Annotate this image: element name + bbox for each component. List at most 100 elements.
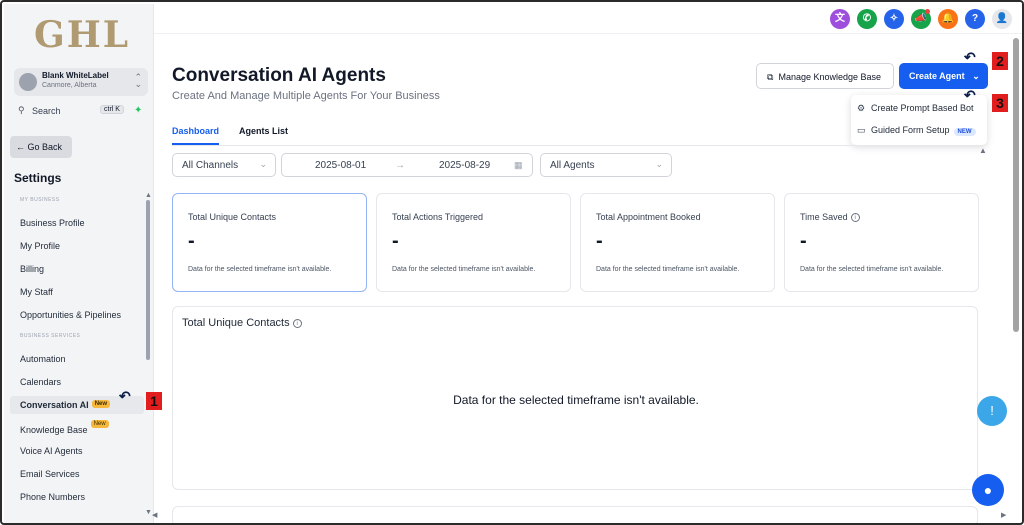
search-icon: ⚲ bbox=[18, 105, 25, 115]
stat-card-unique-contacts[interactable]: Total Unique Contacts - Data for the sel… bbox=[172, 193, 367, 292]
channels-select[interactable]: All Channels ⌄ bbox=[172, 153, 276, 177]
empty-state-message: Data for the selected timeframe isn't av… bbox=[453, 393, 699, 407]
panel-title-row: Total Unique Contacts i bbox=[182, 317, 302, 329]
arrow-right-icon: → bbox=[395, 160, 405, 171]
stat-title: Total Actions Triggered bbox=[392, 212, 484, 222]
tab-dashboard[interactable]: Dashboard bbox=[172, 126, 220, 145]
new-badge: New bbox=[91, 400, 111, 408]
stat-title: Time Saved bbox=[800, 212, 848, 222]
agents-value: All Agents bbox=[550, 160, 595, 171]
feedback-icon[interactable]: ! bbox=[977, 396, 1007, 426]
phone-icon[interactable]: ✆ bbox=[857, 9, 877, 29]
search-label: Search bbox=[32, 106, 61, 116]
sidebar-item-my-staff[interactable]: My Staff bbox=[20, 287, 53, 297]
prompt-bot-icon: ⚙ bbox=[857, 103, 866, 113]
stat-value: - bbox=[188, 230, 195, 252]
scroll-up-icon[interactable]: ▲ bbox=[145, 192, 152, 199]
sidebar-item-phone-numbers[interactable]: Phone Numbers bbox=[20, 492, 85, 502]
annotation-marker-2: 2 bbox=[992, 52, 1008, 70]
next-panel bbox=[172, 506, 978, 523]
main-content: Conversation AI Agents Create And Manage… bbox=[154, 34, 1010, 523]
manage-knowledge-base-button[interactable]: ⧉ Manage Knowledge Base bbox=[756, 63, 894, 89]
account-name: Blank WhiteLabel bbox=[42, 71, 109, 80]
sidebar-scrollbar[interactable] bbox=[146, 200, 150, 360]
annotation-marker-3: 3 bbox=[992, 94, 1008, 112]
chevron-down-icon: ⌄ bbox=[972, 71, 980, 81]
stat-value: - bbox=[800, 230, 807, 252]
go-back-button[interactable]: ← Go Back bbox=[10, 136, 72, 158]
sidebar-item-my-profile[interactable]: My Profile bbox=[20, 241, 60, 251]
stat-card-actions-triggered[interactable]: Total Actions Triggered - Data for the s… bbox=[376, 193, 571, 292]
account-avatar bbox=[19, 73, 37, 91]
annotation-arrow-icon: ↶ bbox=[964, 49, 976, 65]
search-shortcut: ctrl K bbox=[100, 105, 124, 114]
stat-card-time-saved[interactable]: Time Saved i - Data for the selected time… bbox=[784, 193, 979, 292]
scroll-down-icon[interactable]: ▼ bbox=[145, 509, 152, 516]
stat-value: - bbox=[596, 230, 603, 252]
scroll-left-icon[interactable]: ◀ bbox=[152, 511, 157, 519]
user-avatar-icon[interactable]: 👤 bbox=[992, 9, 1012, 29]
scroll-up-icon[interactable]: ▲ bbox=[979, 146, 987, 155]
stat-note: Data for the selected timeframe isn't av… bbox=[392, 266, 536, 273]
scroll-right-icon[interactable]: ▶ bbox=[1001, 511, 1006, 519]
bell-icon[interactable]: 🔔 bbox=[938, 9, 958, 29]
scrollbar-thumb[interactable] bbox=[1013, 38, 1019, 332]
new-badge: New bbox=[90, 420, 109, 428]
stat-title: Total Appointment Booked bbox=[596, 212, 701, 222]
sidebar-item-automation[interactable]: Automation bbox=[20, 354, 66, 364]
sparkle-icon[interactable]: ✦ bbox=[134, 105, 142, 116]
create-agent-button[interactable]: Create Agent ⌄ bbox=[899, 63, 988, 89]
create-agent-label: Create Agent bbox=[909, 71, 965, 81]
chevron-updown-icon: ⌃ ⌄ bbox=[134, 72, 142, 89]
go-back-label: Go Back bbox=[27, 142, 63, 152]
sidebar-search[interactable]: ⚲ Search ctrl K bbox=[14, 102, 132, 120]
main-scrollbar[interactable] bbox=[1010, 34, 1022, 523]
stat-note: Data for the selected timeframe isn't av… bbox=[596, 266, 740, 273]
annotation-marker-1: 1 bbox=[146, 392, 162, 410]
app-window: GHL Blank WhiteLabel Canmore, Alberta ⌃ ⌄… bbox=[0, 0, 1024, 525]
sidebar-item-calendars[interactable]: Calendars bbox=[20, 377, 61, 387]
menu-item-label: Create Prompt Based Bot bbox=[871, 103, 974, 113]
info-icon[interactable]: i bbox=[292, 318, 302, 328]
translate-icon[interactable]: 文 bbox=[830, 9, 850, 29]
tab-bar: Dashboard Agents List bbox=[172, 126, 982, 146]
stat-title-row: Time Saved i bbox=[800, 212, 860, 223]
help-icon[interactable]: ? bbox=[965, 9, 985, 29]
top-bar: 文 ✆ ✧ 📣 🔔 ? 👤 bbox=[154, 4, 1022, 34]
external-link-icon: ⧉ bbox=[767, 72, 774, 82]
date-from: 2025-08-01 bbox=[315, 160, 367, 171]
stat-value: - bbox=[392, 230, 399, 252]
sidebar-item-knowledge-base[interactable]: Knowledge BaseNew bbox=[20, 420, 109, 435]
chevron-down-icon: ⌄ bbox=[655, 159, 663, 169]
agents-select[interactable]: All Agents ⌄ bbox=[540, 153, 672, 177]
magic-wand-icon[interactable]: ✧ bbox=[884, 9, 904, 29]
info-icon[interactable]: i bbox=[850, 213, 860, 223]
stat-note: Data for the selected timeframe isn't av… bbox=[800, 266, 944, 273]
sidebar-item-billing[interactable]: Billing bbox=[20, 264, 44, 274]
annotation-arrow-icon: ↶ bbox=[964, 87, 976, 103]
sidebar-item-business-profile[interactable]: Business Profile bbox=[20, 218, 85, 228]
unique-contacts-panel: Total Unique Contacts i Data for the sele… bbox=[172, 306, 978, 490]
sidebar-item-opportunities[interactable]: Opportunities & Pipelines bbox=[20, 310, 121, 320]
page-title: Conversation AI Agents bbox=[172, 65, 386, 86]
account-switcher[interactable]: Blank WhiteLabel Canmore, Alberta ⌃ ⌄ bbox=[14, 68, 148, 96]
group-heading-my-business: MY BUSINESS bbox=[20, 197, 60, 203]
menu-item-prompt-bot[interactable]: ⚙ Create Prompt Based Bot bbox=[857, 103, 974, 114]
date-to: 2025-08-29 bbox=[439, 160, 491, 171]
stat-title: Total Unique Contacts bbox=[188, 212, 277, 222]
chat-bubble-icon[interactable]: ● bbox=[972, 474, 1004, 506]
sidebar-item-voice-ai-agents[interactable]: Voice AI Agents bbox=[20, 446, 83, 456]
panel-title: Total Unique Contacts bbox=[182, 317, 290, 329]
group-heading-business-services: BUSINESS SERVICES bbox=[20, 333, 81, 339]
date-range-picker[interactable]: 2025-08-01 → 2025-08-29 ▦ bbox=[281, 153, 533, 177]
channels-value: All Channels bbox=[182, 160, 239, 171]
stat-card-appointments-booked[interactable]: Total Appointment Booked - Data for the … bbox=[580, 193, 775, 292]
page-subtitle: Create And Manage Multiple Agents For Yo… bbox=[172, 90, 440, 102]
brand-logo: GHL bbox=[34, 14, 131, 56]
chevron-down-icon: ⌄ bbox=[259, 159, 267, 169]
calendar-icon: ▦ bbox=[514, 160, 523, 170]
tab-agents-list[interactable]: Agents List bbox=[239, 126, 288, 136]
stat-note: Data for the selected timeframe isn't av… bbox=[188, 266, 332, 273]
sidebar-item-email-services[interactable]: Email Services bbox=[20, 469, 80, 479]
account-location: Canmore, Alberta bbox=[42, 82, 97, 89]
